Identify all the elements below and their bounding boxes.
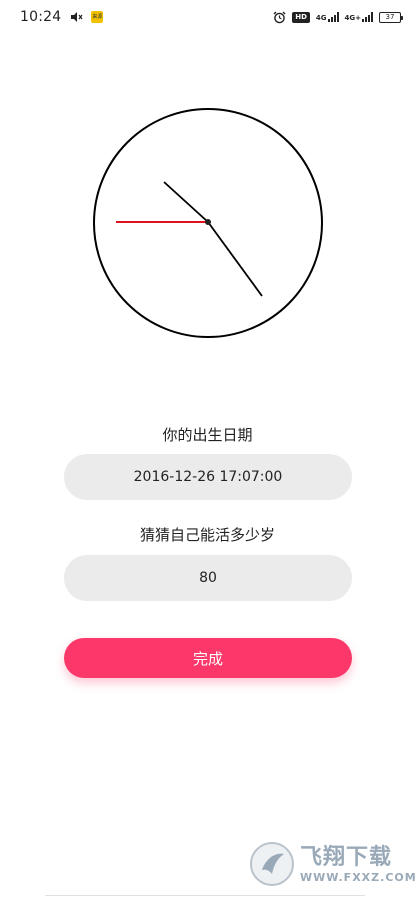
network-type-1: 4G [315, 14, 327, 22]
watermark-url: WWW.FXXZ.COM [300, 870, 415, 884]
screen: 10:24 来源 HD 4G 4G+ 37 你的出生日期 2016-12-26 … [0, 0, 415, 900]
status-right: HD 4G 4G+ 37 [273, 11, 403, 24]
bottom-divider [45, 895, 365, 896]
clock-center-dot [205, 219, 211, 225]
battery-icon: 37 [379, 11, 403, 23]
done-button-label: 完成 [192, 649, 223, 668]
status-left: 10:24 来源 [20, 9, 104, 25]
alarm-icon [273, 11, 286, 24]
watermark: 飞翔下载 WWW.FXXZ.COM [248, 838, 415, 890]
age-guess-label: 猜猜自己能活多少岁 [139, 526, 275, 544]
watermark-text: 飞翔下载 WWW.FXXZ.COM [300, 845, 415, 884]
birth-date-value: 2016-12-26 17:07:00 [133, 469, 283, 485]
age-guess-value: 80 [199, 570, 217, 586]
signal-icon-2 [362, 12, 373, 22]
done-button[interactable]: 完成 [64, 638, 352, 678]
notification-badge-icon: 来源 [91, 11, 104, 23]
signal-group-1: 4G [316, 12, 339, 22]
mute-icon [69, 10, 83, 24]
status-time: 10:24 [20, 9, 62, 25]
signal-group-2: 4G+ [345, 12, 373, 22]
age-guess-field[interactable]: 80 [64, 555, 352, 601]
birth-date-label: 你的出生日期 [162, 426, 253, 444]
watermark-logo-icon [248, 840, 296, 888]
watermark-title: 飞翔下载 [300, 844, 393, 870]
analog-clock [88, 105, 328, 345]
clock-face-svg [93, 108, 323, 338]
hd-badge: HD [292, 11, 310, 23]
hour-hand [163, 181, 209, 223]
minute-hand [207, 221, 263, 297]
status-bar: 10:24 来源 HD 4G 4G+ 37 [0, 0, 415, 34]
signal-icon [327, 12, 339, 22]
network-type-2: 4G+ [344, 14, 361, 22]
birth-date-field[interactable]: 2016-12-26 17:07:00 [64, 454, 352, 500]
